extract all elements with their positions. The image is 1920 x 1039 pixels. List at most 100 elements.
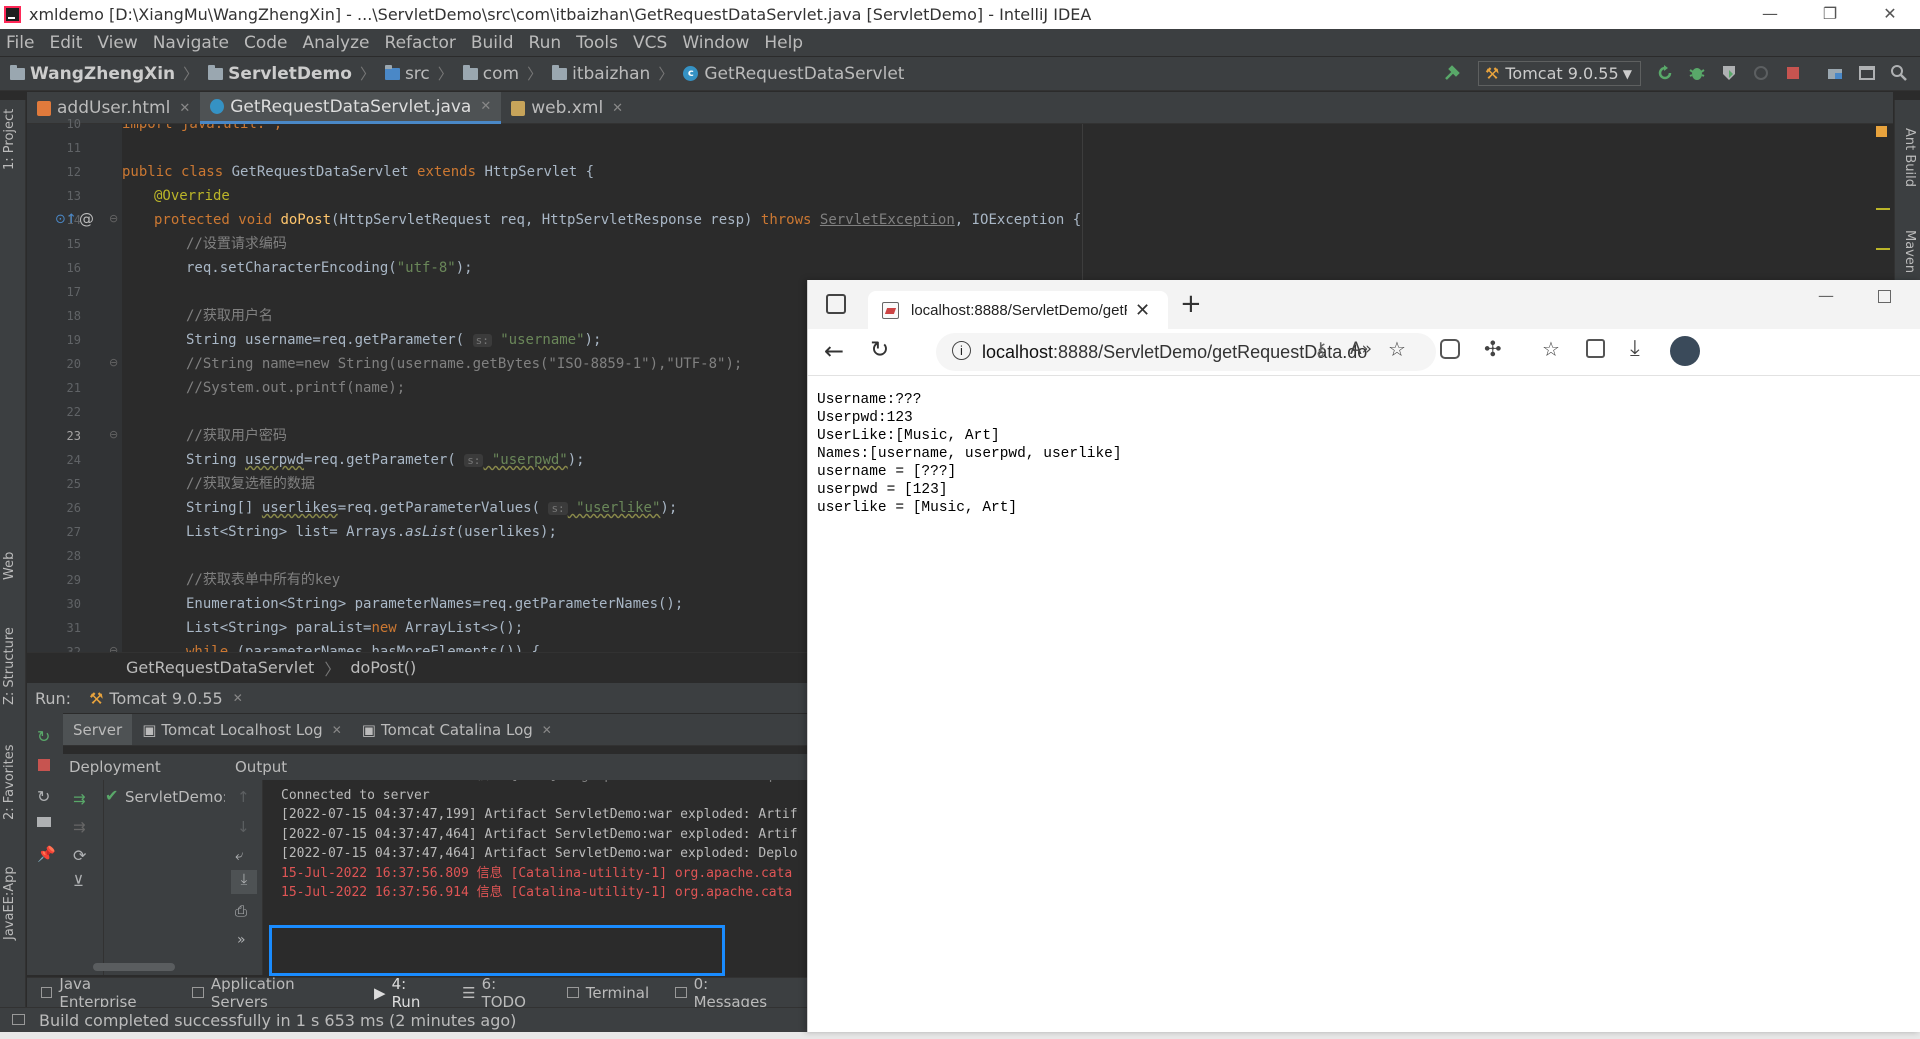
download-icon[interactable]: ⊻ bbox=[73, 872, 84, 890]
menu-edit[interactable]: Edit bbox=[49, 33, 82, 53]
breadcrumb-com[interactable]: com 〉 bbox=[462, 63, 542, 84]
extensions-puzzle-icon[interactable]: ✣ bbox=[1484, 337, 1502, 361]
crumb-method[interactable]: doPost() bbox=[350, 658, 416, 677]
maven-tool-button[interactable]: Maven bbox=[1902, 230, 1917, 273]
override-gutter-icon[interactable]: ⊙↑ bbox=[55, 212, 77, 227]
close-tab-icon[interactable]: ✕ bbox=[612, 101, 623, 116]
close-icon[interactable]: ✕ bbox=[1860, 0, 1920, 29]
minimize-icon[interactable]: — bbox=[1818, 286, 1834, 305]
close-tab-icon[interactable]: ✕ bbox=[1135, 300, 1150, 321]
soft-wrap-icon[interactable]: ⤶ bbox=[235, 846, 243, 864]
breadcrumb-module[interactable]: ServletDemo 〉 bbox=[208, 63, 375, 84]
menu-navigate[interactable]: Navigate bbox=[153, 33, 229, 53]
close-tab-icon[interactable]: ✕ bbox=[480, 99, 491, 114]
tab-tomcat-catalina-log[interactable]: ▣ Tomcat Catalina Log ✕ bbox=[352, 714, 562, 745]
menu-help[interactable]: Help bbox=[764, 33, 803, 53]
read-aloud-icon[interactable]: A» bbox=[1350, 339, 1372, 359]
tab-adduser-html[interactable]: addUser.html ✕ bbox=[27, 92, 200, 124]
menu-vcs[interactable]: VCS bbox=[633, 33, 667, 53]
tab-java-enterprise[interactable]: Java Enterprise bbox=[41, 975, 166, 1011]
ant-build-tool-button[interactable]: Ant Build bbox=[1902, 128, 1917, 187]
status-window-icon[interactable] bbox=[12, 1014, 25, 1025]
project-tool-button[interactable]: 1: Project bbox=[2, 109, 17, 170]
pin-icon[interactable]: 📌 bbox=[37, 845, 56, 863]
deployment-item[interactable]: ServletDemo: bbox=[125, 788, 225, 806]
layout-icon[interactable] bbox=[1858, 64, 1876, 82]
close-tab-icon[interactable]: ✕ bbox=[542, 723, 552, 737]
tab-terminal[interactable]: Terminal bbox=[566, 984, 649, 1002]
maximize-icon[interactable] bbox=[1878, 290, 1891, 303]
extension-icon[interactable] bbox=[1440, 339, 1460, 359]
close-run-tab-icon[interactable]: ✕ bbox=[233, 691, 243, 705]
stop-icon[interactable] bbox=[38, 759, 50, 771]
close-tab-icon[interactable]: ✕ bbox=[332, 723, 342, 737]
downloads-icon[interactable]: ⤓ bbox=[1630, 336, 1640, 361]
debug-icon[interactable] bbox=[1688, 64, 1706, 82]
web-tool-button[interactable]: Web bbox=[2, 552, 17, 580]
javaee-app-tool-button[interactable]: JavaEE:App bbox=[2, 866, 17, 940]
menu-code[interactable]: Code bbox=[244, 33, 288, 53]
scroll-to-end-icon[interactable]: ⤓ bbox=[231, 870, 257, 894]
build-hammer-icon[interactable] bbox=[1443, 64, 1461, 82]
fold-icon[interactable]: ⊖ bbox=[109, 428, 118, 441]
arrow-up-icon[interactable]: ↑ bbox=[237, 788, 250, 806]
print-icon[interactable]: ⎙ bbox=[235, 902, 247, 920]
back-icon[interactable]: ← bbox=[824, 337, 844, 365]
search-icon[interactable] bbox=[1890, 64, 1908, 82]
favorites-icon[interactable]: ☆ bbox=[1542, 337, 1560, 361]
tab-application-servers[interactable]: Application Servers bbox=[192, 975, 348, 1011]
browser-tab[interactable]: localhost:8888/ServletDemo/getRequestDat… bbox=[868, 291, 1168, 329]
crumb-class[interactable]: GetRequestDataServlet bbox=[126, 658, 314, 677]
refresh-icon[interactable]: ⟳ bbox=[73, 846, 86, 865]
tab-actions-icon[interactable] bbox=[826, 294, 846, 314]
minimize-icon[interactable]: — bbox=[1740, 0, 1800, 29]
project-structure-icon[interactable] bbox=[1826, 64, 1844, 82]
collections-icon[interactable] bbox=[1586, 339, 1605, 358]
tab-tomcat-localhost-log[interactable]: ▣ Tomcat Localhost Log ✕ bbox=[132, 714, 352, 745]
fold-icon[interactable]: ⊖ bbox=[109, 212, 118, 225]
menu-run[interactable]: Run bbox=[529, 33, 562, 53]
update-icon[interactable]: ↻ bbox=[37, 787, 50, 806]
fold-icon[interactable]: ⊖ bbox=[109, 356, 118, 369]
info-icon[interactable]: i bbox=[952, 341, 971, 360]
rerun-icon[interactable] bbox=[1656, 64, 1674, 82]
line-number: 21 bbox=[66, 381, 81, 395]
tab-web-xml[interactable]: web.xml ✕ bbox=[501, 92, 633, 124]
close-tab-icon[interactable]: ✕ bbox=[179, 101, 190, 116]
tab-messages[interactable]: 0: Messages bbox=[675, 975, 781, 1011]
more-icon[interactable]: » bbox=[237, 932, 246, 948]
menu-file[interactable]: File bbox=[6, 33, 34, 53]
run-configuration-select[interactable]: ⚒ Tomcat 9.0.55 ▼ bbox=[1478, 61, 1641, 86]
menu-build[interactable]: Build bbox=[471, 33, 514, 53]
run-config-tab[interactable]: Tomcat 9.0.55 bbox=[109, 689, 222, 708]
menu-refactor[interactable]: Refactor bbox=[385, 33, 456, 53]
horizontal-scrollbar[interactable] bbox=[93, 963, 175, 971]
avatar[interactable] bbox=[1670, 336, 1700, 366]
stop-icon[interactable] bbox=[1784, 64, 1802, 82]
new-tab-icon[interactable]: + bbox=[1180, 288, 1202, 320]
add-favorite-icon[interactable]: ☆ bbox=[1388, 337, 1406, 361]
tab-server[interactable]: Server bbox=[63, 714, 133, 745]
tab-run[interactable]: ▶ 4: Run bbox=[374, 975, 436, 1011]
breadcrumb-itbaizhan[interactable]: itbaizhan 〉 bbox=[552, 63, 673, 84]
rerun-icon[interactable]: ↻ bbox=[37, 727, 50, 746]
restore-icon[interactable]: ❐ bbox=[1800, 0, 1860, 29]
tab-getrequestdataservlet-java[interactable]: GetRequestDataServlet.java ✕ bbox=[200, 92, 502, 124]
structure-tool-button[interactable]: Z: Structure bbox=[2, 627, 17, 705]
breadcrumb-project[interactable]: WangZhengXin 〉 bbox=[10, 63, 198, 84]
menu-analyze[interactable]: Analyze bbox=[303, 33, 370, 53]
menu-tools[interactable]: Tools bbox=[576, 33, 618, 53]
menu-window[interactable]: Window bbox=[682, 33, 749, 53]
key-icon[interactable]: ⚷ bbox=[1314, 339, 1327, 360]
breadcrumb-src[interactable]: src 〉 bbox=[384, 63, 453, 84]
tab-todo[interactable]: ☰ 6: TODO bbox=[462, 975, 541, 1011]
deploy-icon[interactable]: ⇉ bbox=[73, 790, 86, 808]
coverage-icon[interactable] bbox=[1720, 64, 1738, 82]
layout-icon[interactable] bbox=[37, 817, 51, 827]
warning-marker-icon[interactable] bbox=[1876, 126, 1887, 137]
favorites-tool-button[interactable]: 2: Favorites bbox=[2, 744, 17, 820]
menu-view[interactable]: View bbox=[97, 33, 137, 53]
arrow-down-icon[interactable]: ↓ bbox=[237, 818, 250, 836]
refresh-icon[interactable]: ↻ bbox=[870, 337, 889, 363]
breadcrumb-class[interactable]: c GetRequestDataServlet bbox=[683, 64, 904, 84]
